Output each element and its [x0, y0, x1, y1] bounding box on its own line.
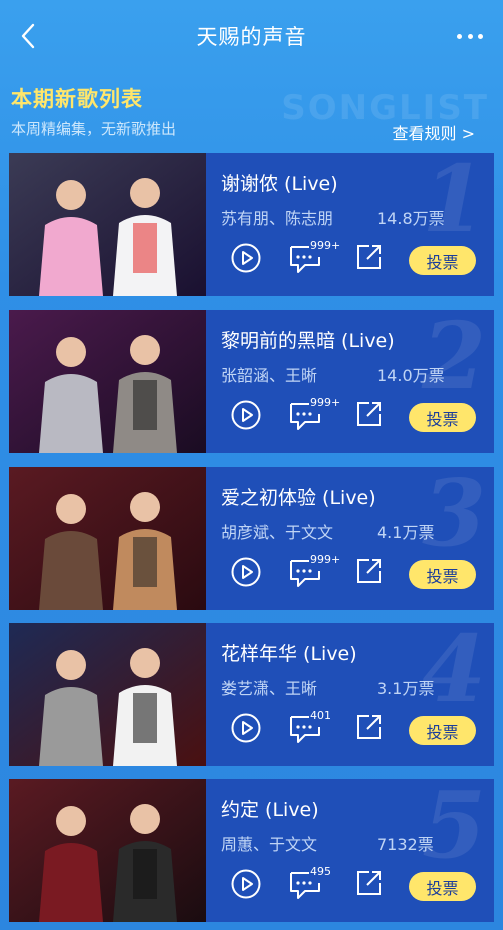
song-singers: 苏有朋、陈志朋	[221, 209, 334, 228]
share-icon[interactable]	[355, 243, 383, 271]
song-singers: 张韶涵、王晰	[221, 366, 318, 385]
view-rules-link[interactable]: 查看规则 >	[393, 120, 476, 144]
song-title: 黎明前的黑暗 (Live)	[221, 330, 395, 352]
section-title: 本期新歌列表	[11, 87, 143, 111]
song-cover-image[interactable]	[9, 779, 206, 922]
song-card[interactable]: 5 约定 (Live) 周蕙、于文文 7132票 495 投票	[9, 779, 494, 922]
vote-button[interactable]: 投票	[409, 403, 476, 432]
comment-count-badge: 999+	[310, 396, 341, 409]
play-icon[interactable]	[231, 243, 261, 273]
song-singers: 胡彦斌、于文文	[221, 523, 334, 542]
vote-button[interactable]: 投票	[409, 560, 476, 589]
share-icon[interactable]	[355, 400, 383, 428]
comment-count-badge: 495	[310, 865, 331, 878]
song-title: 谢谢侬 (Live)	[221, 173, 338, 195]
comment-count-badge: 999+	[310, 553, 341, 566]
song-cover-image[interactable]	[9, 310, 206, 453]
song-title: 花样年华 (Live)	[221, 643, 357, 665]
song-card[interactable]: 3 爱之初体验 (Live) 胡彦斌、于文文 4.1万票 999+ 投票	[9, 467, 494, 610]
more-icon[interactable]	[457, 24, 483, 48]
comment-count-badge: 401	[310, 709, 331, 722]
share-icon[interactable]	[355, 557, 383, 585]
rank-number: 2	[421, 310, 486, 410]
nav-bar: 天赐的声音	[0, 0, 503, 72]
comment-count-badge: 999+	[310, 239, 341, 252]
song-card[interactable]: 1 谢谢侬 (Live) 苏有朋、陈志朋 14.8万票 999+ 投票	[9, 153, 494, 296]
play-icon[interactable]	[231, 557, 261, 587]
vote-count: 14.8万票	[377, 209, 445, 228]
song-singers: 娄艺潇、王晰	[221, 679, 318, 698]
rank-number: 4	[421, 623, 486, 723]
share-icon[interactable]	[355, 869, 383, 897]
back-icon[interactable]	[14, 22, 42, 50]
song-title: 约定 (Live)	[221, 799, 319, 821]
vote-count: 3.1万票	[377, 679, 435, 698]
share-icon[interactable]	[355, 713, 383, 741]
rank-number: 1	[421, 153, 486, 253]
song-singers: 周蕙、于文文	[221, 835, 318, 854]
song-cover-image[interactable]	[9, 623, 206, 766]
song-card[interactable]: 4 花样年华 (Live) 娄艺潇、王晰 3.1万票 401 投票	[9, 623, 494, 766]
rank-number: 5	[421, 779, 486, 879]
page-title: 天赐的声音	[196, 25, 307, 49]
play-icon[interactable]	[231, 400, 261, 430]
vote-count: 4.1万票	[377, 523, 435, 542]
vote-button[interactable]: 投票	[409, 872, 476, 901]
vote-count: 7132票	[377, 835, 434, 854]
song-cover-image[interactable]	[9, 467, 206, 610]
vote-button[interactable]: 投票	[409, 246, 476, 275]
play-icon[interactable]	[231, 869, 261, 899]
section-subtitle: 本周精编集，无新歌推出	[11, 120, 177, 138]
vote-button[interactable]: 投票	[409, 716, 476, 745]
vote-count: 14.0万票	[377, 366, 445, 385]
song-card[interactable]: 2 黎明前的黑暗 (Live) 张韶涵、王晰 14.0万票 999+ 投票	[9, 310, 494, 453]
play-icon[interactable]	[231, 713, 261, 743]
song-cover-image[interactable]	[9, 153, 206, 296]
song-title: 爱之初体验 (Live)	[221, 487, 376, 509]
rank-number: 3	[421, 467, 486, 567]
